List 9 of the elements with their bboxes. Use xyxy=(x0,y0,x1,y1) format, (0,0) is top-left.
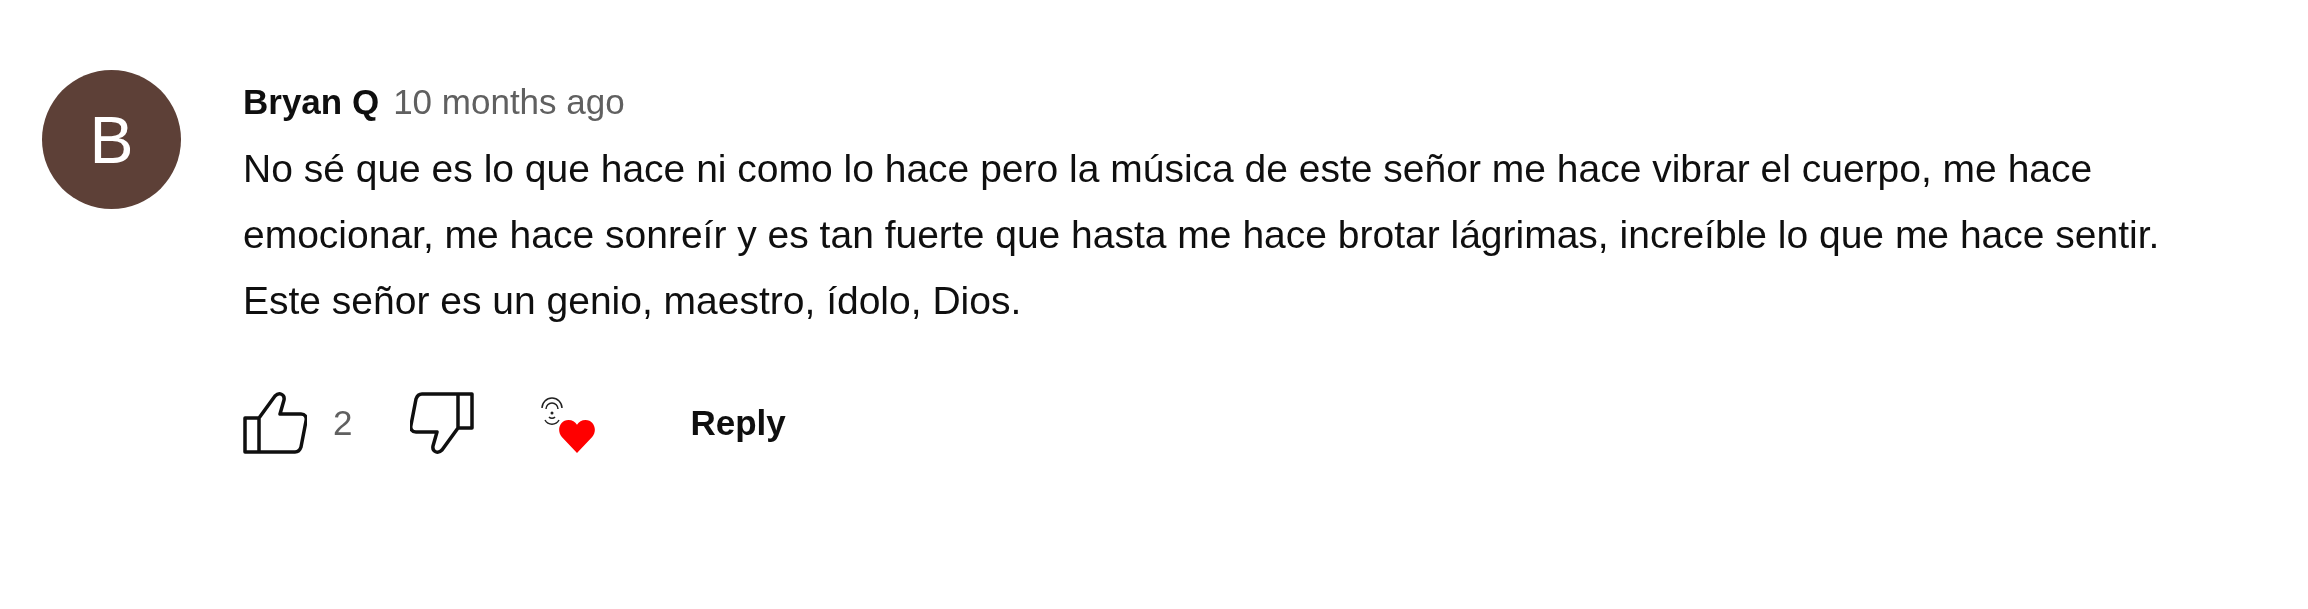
heart-icon xyxy=(558,418,597,454)
avatar[interactable]: B xyxy=(42,70,181,209)
author-name[interactable]: Bryan Q xyxy=(243,82,380,122)
reply-button[interactable]: Reply xyxy=(690,393,786,453)
timestamp[interactable]: 10 months ago xyxy=(393,82,625,122)
like-count: 2 xyxy=(333,403,353,443)
thumbs-up-icon[interactable] xyxy=(243,392,307,454)
thumbs-down-icon[interactable] xyxy=(410,392,475,454)
comment-text: No sé que es lo que hace ni como lo hace pero la música de este señor me hace vibrar el cuerpo, me hace emocionar, me hace sonreír y es tan fuerte que hasta me hace brotar lágrimas, increíble lo que me hace sentir. Este señor es un genio, maestro, ídolo, Dios. xyxy=(243,146,2161,324)
